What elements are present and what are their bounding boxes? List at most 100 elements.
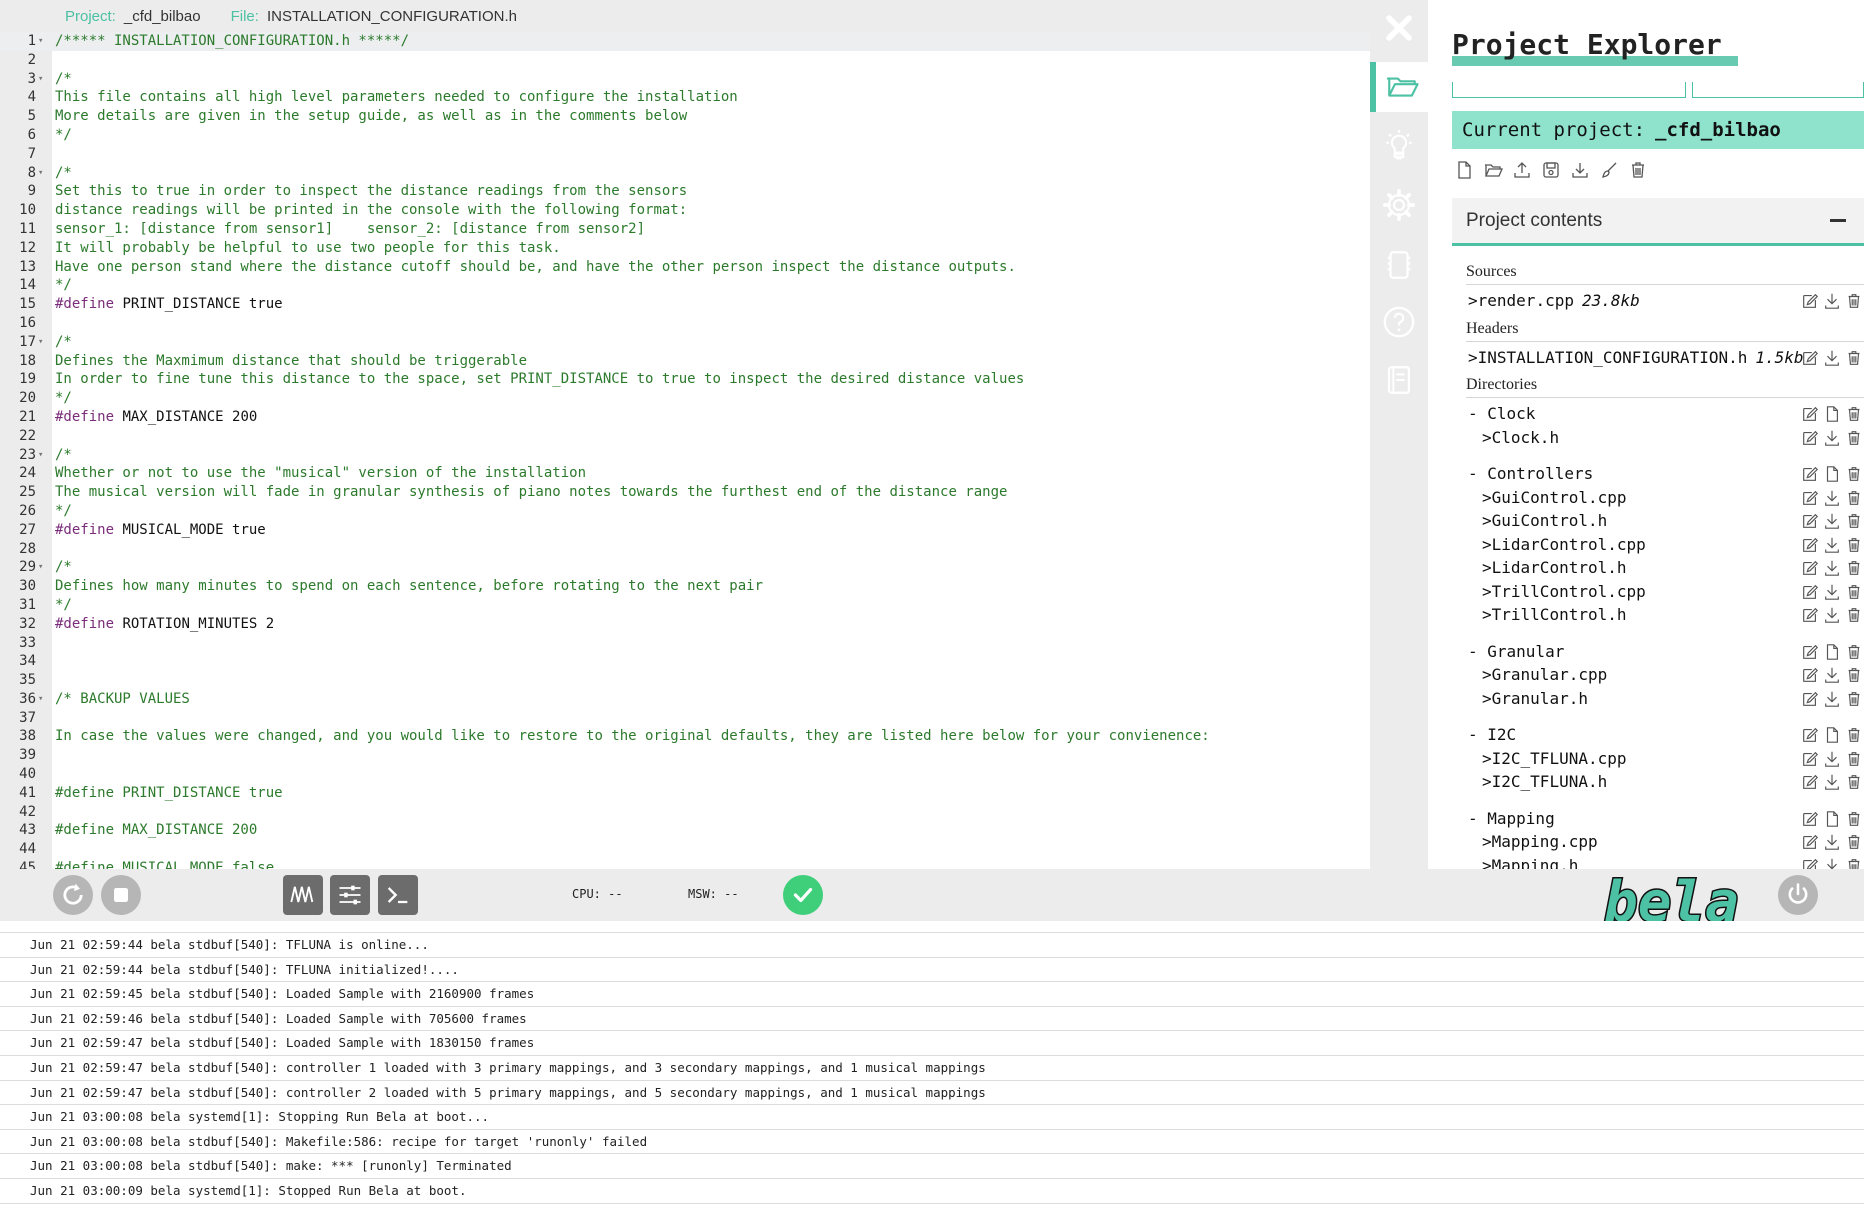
trash-button[interactable] — [1844, 809, 1864, 829]
trash-button[interactable] — [1844, 689, 1864, 709]
new-file-button[interactable] — [1452, 158, 1476, 182]
trash-button[interactable] — [1844, 749, 1864, 769]
edit-button[interactable] — [1800, 511, 1820, 531]
file-item[interactable]: >render.cpp 23.8kb — [1452, 289, 1864, 313]
download-button[interactable] — [1822, 535, 1842, 555]
save-button[interactable] — [1539, 158, 1563, 182]
edit-button[interactable] — [1800, 464, 1820, 484]
file-item[interactable]: >I2C_TFLUNA.h — [1452, 770, 1864, 794]
edit-button[interactable] — [1800, 582, 1820, 602]
edit-button[interactable] — [1800, 856, 1820, 869]
directory-item[interactable]: - Controllers — [1452, 462, 1864, 486]
edit-button[interactable] — [1800, 689, 1820, 709]
scope-button[interactable] — [283, 875, 323, 915]
download-button[interactable] — [1822, 832, 1842, 852]
trash-button[interactable] — [1844, 832, 1864, 852]
file-item[interactable]: >Clock.h — [1452, 426, 1864, 450]
download-button[interactable] — [1822, 749, 1842, 769]
newfile-button[interactable] — [1822, 404, 1842, 424]
download-button[interactable] — [1822, 291, 1842, 311]
tab-settings[interactable] — [1370, 180, 1428, 230]
download-button[interactable] — [1822, 856, 1842, 869]
tab-documentation[interactable] — [1370, 355, 1428, 405]
trash-button[interactable] — [1844, 642, 1864, 662]
trash-button[interactable] — [1844, 605, 1864, 625]
trash-button[interactable] — [1844, 725, 1864, 745]
download-button[interactable] — [1822, 665, 1842, 685]
download-button[interactable] — [1568, 158, 1592, 182]
newfile-button[interactable] — [1822, 464, 1842, 484]
trash-button[interactable] — [1844, 772, 1864, 792]
gui-button[interactable] — [330, 875, 370, 915]
file-item[interactable]: >GuiControl.h — [1452, 509, 1864, 533]
download-button[interactable] — [1822, 582, 1842, 602]
download-button[interactable] — [1822, 428, 1842, 448]
clean-button[interactable] — [1597, 158, 1621, 182]
trash-button[interactable] — [1844, 348, 1864, 368]
trash-button[interactable] — [1844, 488, 1864, 508]
file-item[interactable]: >TrillControl.cpp — [1452, 580, 1864, 604]
tab-examples[interactable] — [1370, 122, 1428, 172]
trash-button[interactable] — [1844, 404, 1864, 424]
fold-arrow-icon[interactable]: ▾ — [38, 446, 43, 465]
code-area[interactable]: 1 ▾/***** INSTALLATION_CONFIGURATION.h **… — [0, 32, 1370, 869]
edit-button[interactable] — [1800, 428, 1820, 448]
file-item[interactable]: >GuiControl.cpp — [1452, 486, 1864, 510]
power-button[interactable] — [1778, 875, 1818, 915]
edit-button[interactable] — [1800, 404, 1820, 424]
download-button[interactable] — [1822, 689, 1842, 709]
edit-button[interactable] — [1800, 348, 1820, 368]
file-item[interactable]: >I2C_TFLUNA.cpp — [1452, 747, 1864, 771]
file-item[interactable]: >LidarControl.h — [1452, 556, 1864, 580]
trash-button[interactable] — [1844, 856, 1864, 869]
directory-item[interactable]: - Clock — [1452, 402, 1864, 426]
fold-arrow-icon[interactable]: ▾ — [38, 333, 43, 352]
edit-button[interactable] — [1800, 558, 1820, 578]
project-select[interactable] — [1452, 82, 1686, 98]
newfile-button[interactable] — [1822, 642, 1842, 662]
tab-help[interactable] — [1370, 297, 1428, 347]
console[interactable]: Jun 21 02:59:44 bela stdbuf[540]: TFLUNA… — [0, 921, 1864, 1208]
upload-button[interactable] — [1510, 158, 1534, 182]
trash-button[interactable] — [1844, 582, 1864, 602]
trash-button[interactable] — [1844, 511, 1864, 531]
fold-arrow-icon[interactable]: ▾ — [38, 558, 43, 577]
new-project-input[interactable] — [1692, 82, 1864, 98]
file-item[interactable]: >INSTALLATION_CONFIGURATION.h 1.5kb — [1452, 346, 1864, 370]
edit-button[interactable] — [1800, 749, 1820, 769]
edit-button[interactable] — [1800, 488, 1820, 508]
collapse-icon[interactable] — [1830, 219, 1846, 222]
edit-button[interactable] — [1800, 291, 1820, 311]
trash-button[interactable] — [1844, 535, 1864, 555]
open-folder-button[interactable] — [1481, 158, 1505, 182]
directory-item[interactable]: - I2C — [1452, 723, 1864, 747]
download-button[interactable] — [1822, 488, 1842, 508]
project-contents-header[interactable]: Project contents — [1452, 198, 1864, 246]
file-item[interactable]: >LidarControl.cpp — [1452, 533, 1864, 557]
file-item[interactable]: >Granular.h — [1452, 687, 1864, 711]
fold-arrow-icon[interactable]: ▾ — [38, 32, 43, 51]
trash-button[interactable] — [1844, 464, 1864, 484]
file-item[interactable]: >Granular.cpp — [1452, 663, 1864, 687]
file-item[interactable]: >Mapping.cpp — [1452, 830, 1864, 854]
file-item[interactable]: >TrillControl.h — [1452, 603, 1864, 627]
fold-arrow-icon[interactable]: ▾ — [38, 690, 43, 709]
stop-button[interactable] — [101, 875, 141, 915]
download-button[interactable] — [1822, 511, 1842, 531]
download-button[interactable] — [1822, 348, 1842, 368]
download-button[interactable] — [1822, 772, 1842, 792]
download-button[interactable] — [1822, 605, 1842, 625]
trash-button[interactable] — [1844, 558, 1864, 578]
delete-project-button[interactable] — [1626, 158, 1650, 182]
edit-button[interactable] — [1800, 605, 1820, 625]
trash-button[interactable] — [1844, 428, 1864, 448]
fold-arrow-icon[interactable]: ▾ — [38, 70, 43, 89]
tab-board[interactable] — [1370, 240, 1428, 290]
file-item[interactable]: >Mapping.h — [1452, 854, 1864, 869]
edit-button[interactable] — [1800, 535, 1820, 555]
newfile-button[interactable] — [1822, 809, 1842, 829]
download-button[interactable] — [1822, 558, 1842, 578]
edit-button[interactable] — [1800, 832, 1820, 852]
fold-arrow-icon[interactable]: ▾ — [38, 164, 43, 183]
directory-item[interactable]: - Mapping — [1452, 807, 1864, 831]
